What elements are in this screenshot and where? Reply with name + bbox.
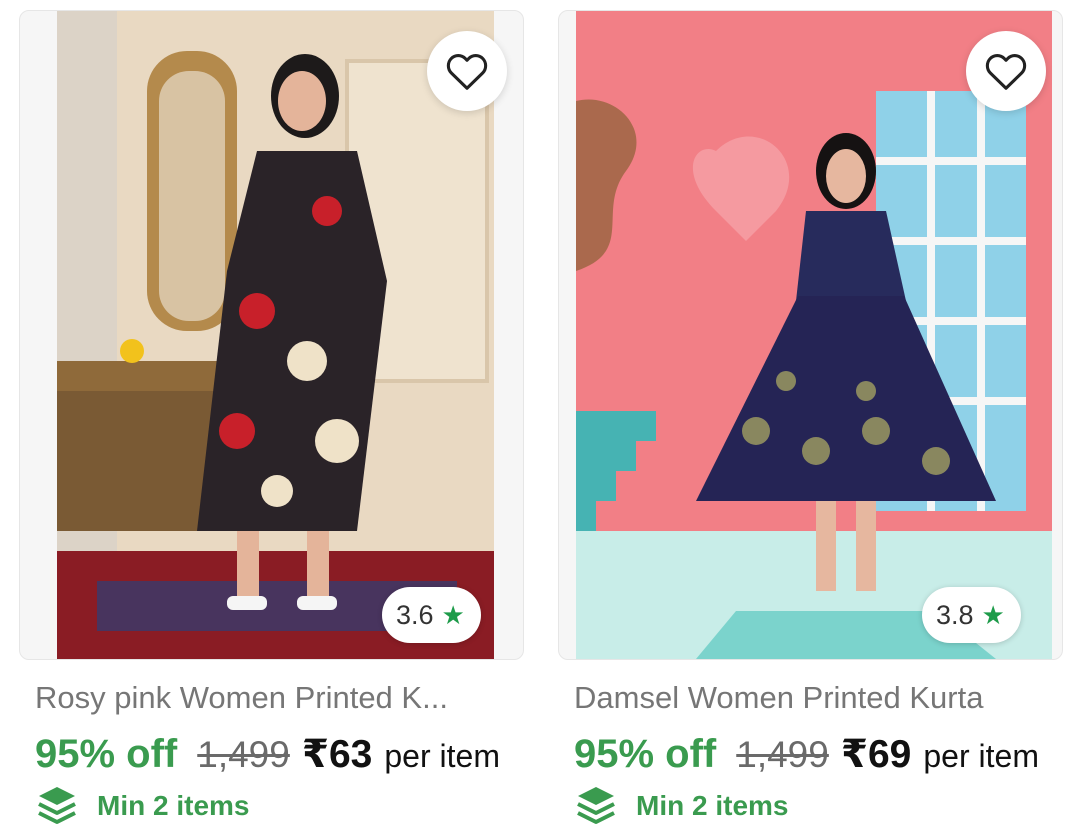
- layers-icon: [577, 787, 615, 824]
- layers-icon: [38, 787, 76, 824]
- star-icon: ★: [441, 599, 465, 630]
- heart-outline-icon: [446, 54, 488, 90]
- rating-value: 3.8: [936, 599, 974, 630]
- product-card[interactable]: 3.8 ★ Damsel Women Printed Kurta 95% off…: [558, 10, 1063, 838]
- product-photo[interactable]: [576, 11, 1052, 659]
- min-order-label: Min 2 items: [97, 790, 250, 821]
- heart-outline-icon: [985, 54, 1027, 90]
- rating-badge: 3.8 ★: [922, 587, 1021, 643]
- discount-label: 95% off: [574, 732, 717, 776]
- product-image-frame[interactable]: 3.8 ★: [558, 10, 1063, 660]
- wishlist-button[interactable]: [427, 31, 507, 111]
- price-row: 95% off 1,499 ₹69 per item: [574, 732, 1039, 777]
- price-unit: per item: [384, 738, 500, 774]
- min-order-row: Min 2 items: [37, 785, 249, 827]
- sale-price: ₹63: [301, 733, 373, 776]
- min-order-label: Min 2 items: [636, 790, 789, 821]
- price-row: 95% off 1,499 ₹63 per item: [35, 732, 500, 777]
- rating-badge: 3.6 ★: [382, 587, 481, 643]
- discount-label: 95% off: [35, 732, 178, 776]
- min-order-row: Min 2 items: [576, 785, 788, 827]
- star-icon: ★: [981, 599, 1005, 630]
- sale-price: ₹69: [840, 733, 912, 776]
- original-price: 1,499: [736, 734, 829, 775]
- wishlist-button[interactable]: [966, 31, 1046, 111]
- original-price: 1,499: [197, 734, 290, 775]
- price-unit: per item: [923, 738, 1039, 774]
- product-grid: 3.6 ★ Rosy pink Women Printed K... 95% o…: [0, 0, 1079, 838]
- product-image-frame[interactable]: 3.6 ★: [19, 10, 524, 660]
- product-title[interactable]: Damsel Women Printed Kurta: [574, 680, 1054, 716]
- rating-value: 3.6: [396, 599, 434, 630]
- product-title[interactable]: Rosy pink Women Printed K...: [35, 680, 515, 716]
- product-card[interactable]: 3.6 ★ Rosy pink Women Printed K... 95% o…: [19, 10, 524, 838]
- product-photo[interactable]: [57, 11, 494, 659]
